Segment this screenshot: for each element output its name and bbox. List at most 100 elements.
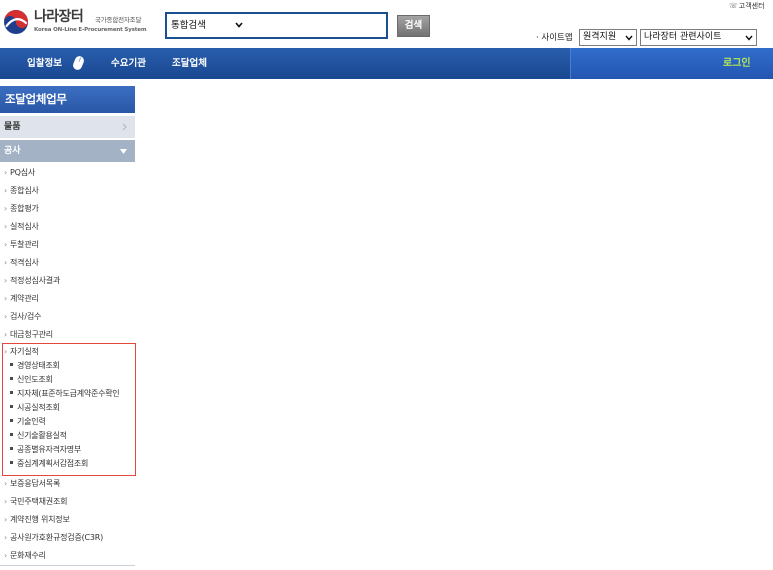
sidebar-subitem-label: 신인도조회: [17, 375, 53, 384]
sidebar-bottom-divider: [0, 565, 135, 566]
chevron-right-icon: ›: [4, 497, 7, 506]
sidebar-item-comprehensive-evaluation[interactable]: › 종합평가: [0, 200, 136, 218]
chevron-right-icon: ›: [4, 276, 7, 285]
logo-subtitle-ko: 국가종합전자조달: [95, 16, 142, 24]
sidebar-item-cost-verification[interactable]: › 공사원가호환규정검증(C3R): [0, 529, 136, 547]
chevron-right-icon: ›: [4, 533, 7, 542]
nav-right-panel: 로그인: [570, 48, 773, 79]
sidebar-subitem[interactable]: 기술인력: [0, 415, 136, 429]
bullet-icon: [10, 433, 13, 436]
sidebar-item-label: 보증응답서목록: [10, 479, 61, 488]
nav-item-bid-info[interactable]: 입찰정보: [27, 48, 62, 79]
sidebar-item-performance-review[interactable]: › 실적심사: [0, 218, 136, 236]
sidebar-item-label: 공사원가호환규정검증(C3R): [10, 533, 104, 542]
sidebar-item-label: PQ심사: [10, 168, 36, 177]
sidebar-item-label: 계약관리: [10, 294, 39, 303]
chevron-right-icon: ›: [4, 479, 7, 488]
sidebar-item-label: 종합평가: [10, 204, 39, 213]
chevron-right-icon: ›: [4, 240, 7, 249]
sidebar-subitem[interactable]: 공종별유자격자명부: [0, 443, 136, 457]
nara-logo-icon: [4, 10, 28, 34]
main-nav-bar: 입찰정보 수요기관 조달업체 로그인: [0, 48, 773, 79]
sidebar-item-guarantee-response[interactable]: › 보증응답서목록: [0, 475, 136, 493]
chevron-right-icon: ›: [4, 168, 7, 177]
chevron-right-icon: ›: [4, 515, 7, 524]
sidebar-subitem-label: 공종별유자격자명부: [17, 445, 81, 454]
sidebar-item-label: 투찰관리: [10, 240, 39, 249]
nav-item-demand-agency[interactable]: 수요기관: [111, 48, 146, 79]
sidebar-subitem[interactable]: 중심계계획서감점조회: [0, 457, 136, 471]
sidebar-item-eligibility-review[interactable]: › 적격심사: [0, 254, 136, 272]
sidebar-category-label: 공사: [4, 146, 21, 156]
sidebar-title: 조달업체업무: [0, 86, 135, 113]
chevron-right-icon: ›: [4, 330, 7, 339]
sidebar-subitem-label: 기술인력: [17, 417, 46, 426]
search-button[interactable]: 검색: [397, 15, 430, 37]
sidebar-item-label: 대금청구관리: [10, 330, 53, 339]
sidebar-subitem[interactable]: 신인도조회: [0, 373, 136, 387]
chevron-down-icon: [625, 35, 633, 41]
sidebar-item-label: 실적심사: [10, 222, 39, 231]
sidebar-item-adequacy-result[interactable]: › 적정성심사결과: [0, 272, 136, 290]
sidebar-subitem-label: 지자체(표준하도급계약준수확인: [17, 389, 120, 398]
sidebar-item-label: 종합심사: [10, 186, 39, 195]
sidebar-category-construction[interactable]: 공사: [0, 140, 135, 162]
sidebar-group-self-performance: › 자기실적 경영상태조회 신인도조회 지자체(표준하도급계약준수확인 시공실적조…: [0, 344, 136, 475]
chevron-right-icon: ›: [4, 186, 7, 195]
customer-center-label: 고객센터: [738, 2, 765, 10]
remote-support-select[interactable]: 원격지원: [579, 29, 637, 46]
sidebar-subitem-label: 신기술활용실적: [17, 431, 67, 440]
chevron-right-icon: ›: [4, 551, 7, 560]
sidebar-item-heritage-repair[interactable]: › 문화재수리: [0, 547, 136, 565]
sidebar-item-housing-bond[interactable]: › 국민주택채권조회: [0, 493, 136, 511]
related-sites-value: 나라장터 관련사이트: [644, 32, 722, 42]
sidebar-item-label: 계약진행 위치정보: [10, 515, 70, 524]
nav-item-supplier[interactable]: 조달업체: [172, 48, 207, 79]
chevron-down-icon: [235, 22, 243, 28]
bullet-icon: [10, 419, 13, 422]
chevron-right-icon: ›: [4, 312, 7, 321]
sidebar-subitem[interactable]: 경영상태조회: [0, 359, 136, 373]
bullet-icon: [10, 363, 13, 366]
sidebar-item-pq-review[interactable]: › PQ심사: [0, 164, 136, 182]
sidebar-item-inspection[interactable]: › 검사/검수: [0, 308, 136, 326]
bullet-icon: [10, 391, 13, 394]
sidebar-item-contract-management[interactable]: › 계약관리: [0, 290, 136, 308]
sidebar-subitem[interactable]: 시공실적조회: [0, 401, 136, 415]
sitemap-link[interactable]: · 사이트맵: [536, 31, 573, 45]
triangle-down-icon: [120, 149, 127, 154]
chevron-right-icon: ›: [4, 222, 7, 231]
sidebar-item-contract-location[interactable]: › 계약진행 위치정보: [0, 511, 136, 529]
sidebar-item-label: 적정성심사결과: [10, 276, 61, 285]
search-scope-select[interactable]: 통합검색: [171, 17, 243, 34]
customer-center-link[interactable]: ☏고객센터: [729, 2, 765, 11]
remote-support-value: 원격지원: [583, 32, 617, 42]
logo[interactable]: 나라장터 국가종합전자조달 Korea ON-Line E-Procuremen…: [2, 6, 157, 38]
sidebar-item-label: 검사/검수: [10, 312, 42, 321]
sidebar-item-label: 적격심사: [10, 258, 39, 267]
sidebar-item-comprehensive-review[interactable]: › 종합심사: [0, 182, 136, 200]
sidebar-item-label: 자기실적: [10, 347, 39, 356]
chevron-right-icon: ›: [4, 204, 7, 213]
sidebar-item-label: 국민주택채권조회: [10, 497, 68, 506]
chevron-right-icon: [122, 123, 127, 131]
sidebar-item-self-performance[interactable]: › 자기실적: [0, 344, 136, 359]
sidebar-category-goods[interactable]: 물품: [0, 116, 135, 138]
sidebar-item-label: 문화재수리: [10, 551, 46, 560]
mouse-icon: [73, 56, 84, 70]
sidebar-subitem[interactable]: 지자체(표준하도급계약준수확인: [0, 387, 136, 401]
sidebar-item-payment-claim[interactable]: › 대금청구관리: [0, 326, 136, 344]
bullet-icon: [10, 377, 13, 380]
logo-title: 나라장터: [34, 9, 84, 25]
sidebar-subitem[interactable]: 신기술활용실적: [0, 429, 136, 443]
search-input[interactable]: [251, 17, 381, 35]
chevron-down-icon: [745, 35, 753, 41]
login-link[interactable]: 로그인: [723, 48, 751, 79]
sidebar-menu: › PQ심사 › 종합심사 › 종합평가 › 실적심사 › 투찰관리 › 적격심사 › 적정성…: [0, 164, 136, 565]
phone-icon: ☏: [729, 2, 738, 10]
search-box: 통합검색: [165, 12, 388, 39]
logo-subtitle-en: Korea ON-Line E-Procurement System: [34, 27, 147, 33]
related-sites-select[interactable]: 나라장터 관련사이트: [640, 29, 757, 46]
chevron-right-icon: ›: [4, 294, 7, 303]
sidebar-item-bid-management[interactable]: › 투찰관리: [0, 236, 136, 254]
